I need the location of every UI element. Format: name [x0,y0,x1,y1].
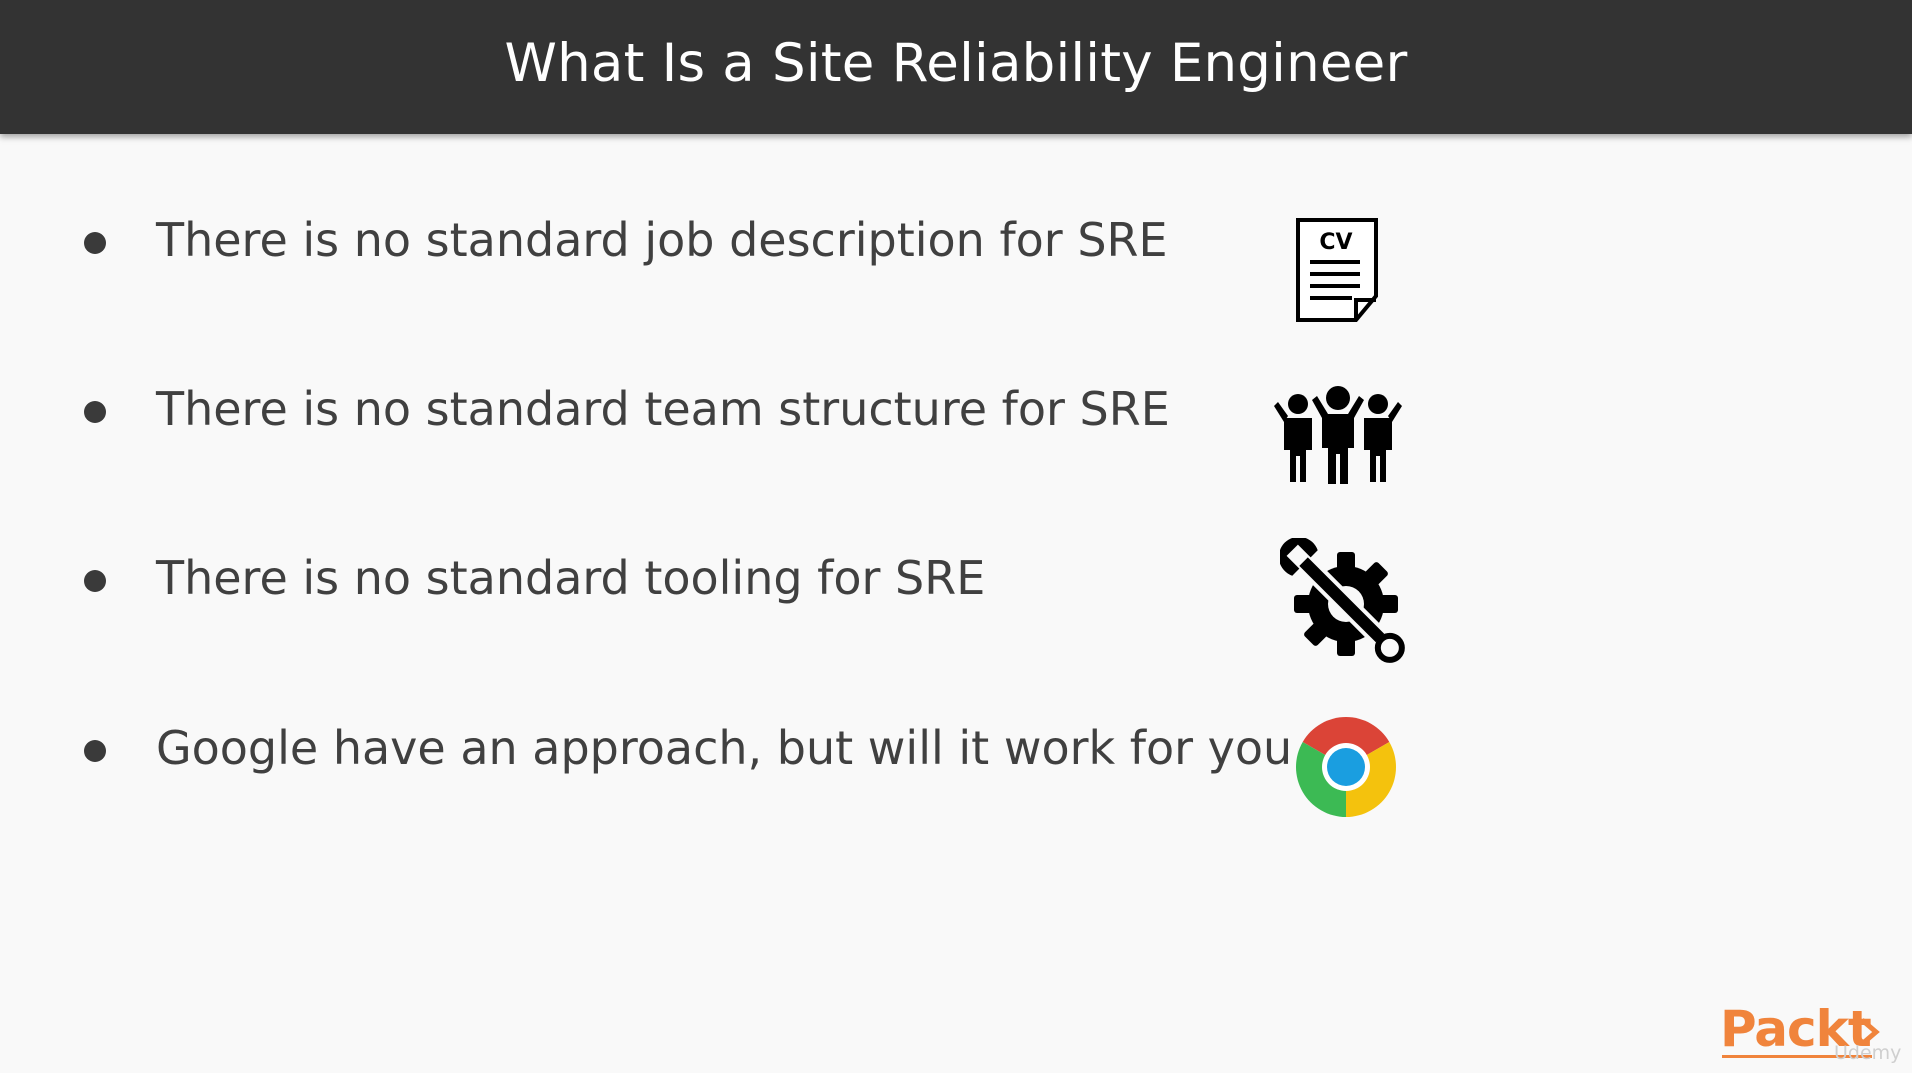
cv-document-icon: CV [1296,218,1378,322]
chrome-icon [1296,717,1396,817]
bullet-dot [84,740,106,762]
udemy-watermark: Udemy [1834,1042,1902,1064]
bullet-item: There is no standard job description for… [0,210,1300,270]
bullet-dot [84,570,106,592]
title-bar: What Is a Site Reliability Engineer [0,0,1912,134]
gear-wrench-icon [1280,538,1405,663]
team-people-icon [1274,386,1402,484]
bullet-item: There is no standard team structure for … [0,379,1300,439]
cv-label: CV [1319,230,1352,255]
bullet-text: There is no standard tooling for SRE [156,551,986,605]
bullet-dot [84,232,106,254]
bullet-text: There is no standard job description for… [156,213,1168,267]
slide-title: What Is a Site Reliability Engineer [504,32,1408,94]
bullet-dot [84,401,106,423]
bullet-item: There is no standard tooling for SRE [0,548,1300,608]
bullet-text: Google have an approach, but will it wor… [156,721,1293,775]
bullet-item: Google have an approach, but will it wor… [0,718,1300,778]
bullet-text: There is no standard team structure for … [156,382,1170,436]
